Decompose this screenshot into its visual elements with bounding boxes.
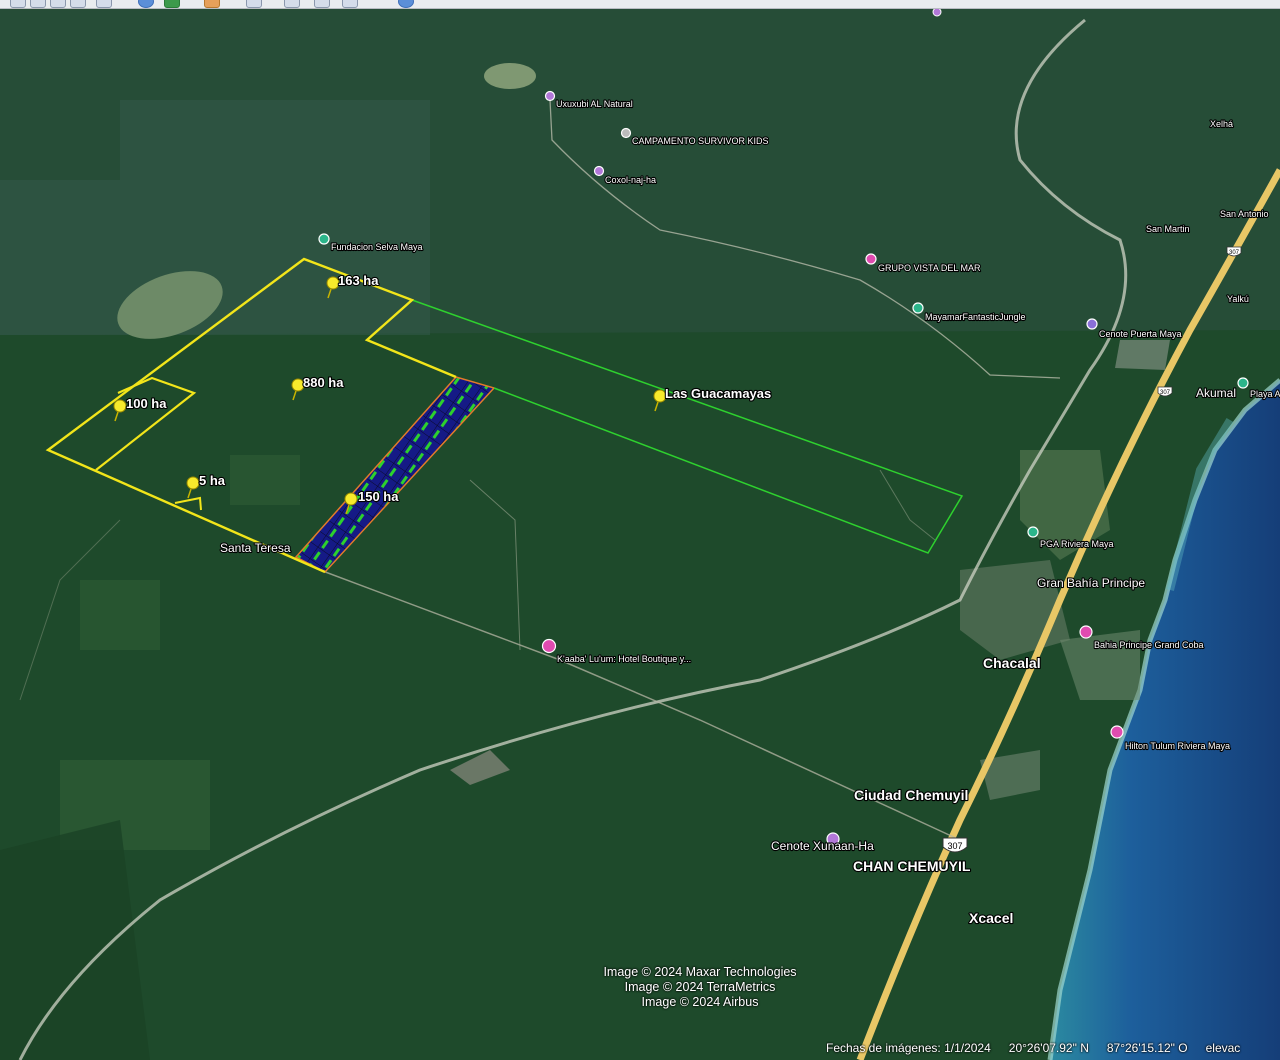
placemark-label: 100 ha	[126, 396, 167, 411]
route-shield-icon: 307	[1157, 386, 1173, 397]
toolbar-button[interactable]	[164, 0, 180, 8]
credit-line: Image © 2024 Maxar Technologies	[603, 965, 797, 979]
satellite-map[interactable]: 163 ha 880 ha 100 ha 5 ha 150 ha Las Gua…	[0, 9, 1280, 1060]
status-bar: Fechas de imágenes: 1/1/2024 20°26'07.92"…	[826, 1041, 1280, 1060]
poi-marker-icon[interactable]	[1027, 526, 1039, 538]
place-label: San Antonio	[1220, 209, 1269, 219]
place-label: Santa Teresa	[220, 541, 291, 555]
placemark-label: Las Guacamayas	[665, 386, 771, 401]
poi-label: Fundacion Selva Maya	[331, 242, 423, 252]
route-shield-icon: 307	[1226, 246, 1242, 257]
poi-label: GRUPO VISTA DEL MAR	[878, 263, 981, 273]
poi-marker-icon[interactable]	[620, 127, 632, 139]
credit-line: Image © 2024 TerraMetrics	[624, 980, 776, 994]
poi-label: Hilton Tulum Riviera Maya	[1125, 741, 1230, 751]
toolbar-button[interactable]	[96, 0, 112, 8]
place-label: Xelhá	[1210, 119, 1233, 129]
place-label: Yalkú	[1227, 294, 1249, 304]
poi-marker-icon[interactable]	[912, 302, 924, 314]
toolbar-button[interactable]	[284, 0, 300, 8]
toolbar-button[interactable]	[246, 0, 262, 8]
place-label: Xcacel	[969, 910, 1013, 926]
settlement	[1115, 340, 1170, 370]
placemark-label: 880 ha	[303, 375, 344, 390]
place-label: Gran Bahía Principe	[1037, 576, 1145, 590]
imagery-date: Fechas de imágenes: 1/1/2024	[826, 1041, 991, 1055]
poi-marker-icon[interactable]	[541, 638, 557, 654]
imagery-credits: Image © 2024 Maxar Technologies Image © …	[560, 965, 840, 1010]
toolbar-button[interactable]	[10, 0, 26, 8]
poi-label: Cenote Puerta Maya	[1099, 329, 1182, 339]
poi-label: CAMPAMENTO SURVIVOR KIDS	[632, 136, 769, 146]
toolbar-button[interactable]	[398, 0, 414, 8]
toolbar-button[interactable]	[342, 0, 358, 8]
toolbar-button[interactable]	[30, 0, 46, 8]
svg-text:307: 307	[1229, 250, 1240, 256]
toolbar-button[interactable]	[50, 0, 66, 8]
poi-marker-icon[interactable]	[1086, 318, 1098, 330]
svg-text:307: 307	[947, 841, 962, 851]
clearing	[484, 63, 536, 89]
route-shield-icon: 307	[942, 837, 968, 853]
place-label: Akumal	[1196, 386, 1236, 400]
longitude-readout: 87°26'15.12" O	[1106, 1041, 1188, 1055]
place-label: San Martin	[1146, 224, 1190, 234]
field-patch	[230, 455, 300, 505]
poi-marker-icon[interactable]	[544, 90, 556, 102]
svg-text:307: 307	[1160, 390, 1171, 396]
toolbar-button[interactable]	[70, 0, 86, 8]
poi-label: PGA Riviera Maya	[1040, 539, 1114, 549]
place-label: CHAN CHEMUYIL	[853, 858, 971, 874]
elevation-readout: elevac	[1205, 1041, 1241, 1055]
poi-label: K'aaba' Lu'um: Hotel Boutique y...	[557, 654, 691, 664]
poi-label: Coxol-naj-ha	[605, 175, 656, 185]
placemark-label: 150 ha	[358, 489, 399, 504]
credit-line: Image © 2024 Airbus	[641, 995, 759, 1009]
latitude-readout: 20°26'07.92" N	[1008, 1041, 1089, 1055]
poi-label: Bahia Principe Grand Coba	[1094, 640, 1204, 650]
field-patch	[80, 580, 160, 650]
placemark-label: 163 ha	[338, 273, 379, 288]
poi-marker-icon[interactable]	[932, 9, 942, 17]
poi-label: Uxuxubi AL Natural	[556, 99, 633, 109]
place-label: Chacalal	[983, 655, 1041, 671]
poi-marker-icon[interactable]	[318, 233, 330, 245]
poi-label: MayamarFantasticJungle	[925, 312, 1026, 322]
poi-marker-icon[interactable]	[593, 165, 605, 177]
toolbar-button[interactable]	[138, 0, 154, 8]
toolbar	[0, 0, 1280, 9]
toolbar-button[interactable]	[204, 0, 220, 8]
poi-label: Cenote Xunaan-Ha	[771, 839, 874, 853]
placemark-label: 5 ha	[199, 473, 226, 488]
poi-marker-icon[interactable]	[865, 253, 877, 265]
place-label: Playa A	[1250, 389, 1280, 399]
poi-marker-icon[interactable]	[1110, 725, 1124, 739]
toolbar-button[interactable]	[314, 0, 330, 8]
poi-marker-icon[interactable]	[1237, 377, 1249, 389]
place-label: Ciudad Chemuyil	[854, 787, 968, 803]
poi-marker-icon[interactable]	[1079, 625, 1093, 639]
